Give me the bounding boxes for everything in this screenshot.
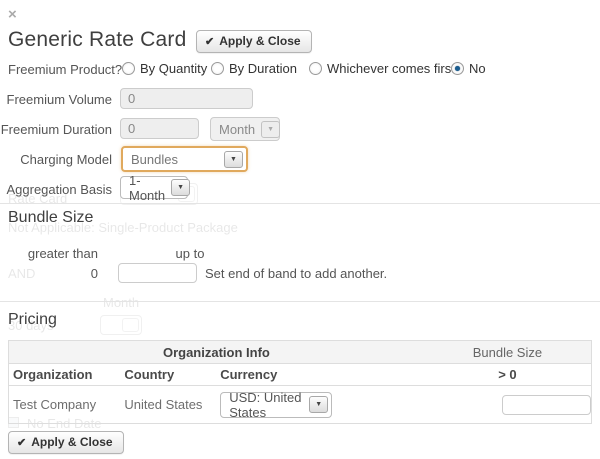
freemium-volume-label: Freemium Volume xyxy=(0,92,112,107)
bundle-size-input[interactable] xyxy=(502,395,591,415)
section-divider xyxy=(0,203,600,204)
apply-close-button-top[interactable]: ✔ Apply & Close xyxy=(196,30,312,53)
selected-value: Bundles xyxy=(131,152,178,167)
radio-by-quantity[interactable]: By Quantity xyxy=(122,61,207,76)
aggregation-basis-select[interactable]: 1-Month ▼ xyxy=(120,176,188,199)
duration-unit-select[interactable]: Month ▼ xyxy=(210,117,280,141)
radio-by-duration[interactable]: By Duration xyxy=(211,61,297,76)
bundle-size-group-header: Bundle Size xyxy=(424,341,592,364)
currency-select[interactable]: USD: United States ▼ xyxy=(220,392,332,418)
dropdown-arrow-icon: ▼ xyxy=(261,121,280,138)
page-title: Generic Rate Card xyxy=(8,28,186,52)
charging-model-select[interactable]: Bundles ▼ xyxy=(121,146,248,172)
table-row: Test Company United States USD: United S… xyxy=(9,386,592,424)
radio-icon xyxy=(211,62,224,75)
bundle-size-heading: Bundle Size xyxy=(8,209,93,227)
radio-no[interactable]: No xyxy=(451,61,486,76)
band-greater-than-value: 0 xyxy=(0,266,98,281)
organization-cell: Test Company xyxy=(9,386,121,424)
check-icon: ✔ xyxy=(205,35,214,48)
generic-rate-card-dialog: Rate Card Not Applicable: Single-Product… xyxy=(0,0,600,459)
band-hint-text: Set end of band to add another. xyxy=(205,266,387,281)
aggregation-basis-label: Aggregation Basis xyxy=(0,182,112,197)
apply-close-button-bottom[interactable]: ✔ Apply & Close xyxy=(8,431,124,454)
pricing-table: Organization Info Bundle Size Organizati… xyxy=(8,340,592,424)
ghost-month-label: Month xyxy=(103,295,139,310)
freemium-duration-input[interactable] xyxy=(120,118,199,139)
organization-info-group-header: Organization Info xyxy=(9,341,424,364)
check-icon: ✔ xyxy=(17,436,26,449)
radio-label: Whichever comes first xyxy=(327,61,455,76)
selected-value: USD: United States xyxy=(229,390,303,420)
radio-label: By Duration xyxy=(229,61,297,76)
pricing-heading: Pricing xyxy=(8,311,57,329)
table-group-header-row: Organization Info Bundle Size xyxy=(9,341,592,364)
country-cell: United States xyxy=(120,386,216,424)
currency-column-header: Currency xyxy=(216,364,424,386)
selected-value: Month xyxy=(219,122,255,137)
freemium-volume-input[interactable] xyxy=(120,88,253,109)
apply-close-label: Apply & Close xyxy=(219,34,300,48)
freemium-duration-label: Freemium Duration xyxy=(0,122,112,137)
freemium-product-label: Freemium Product? xyxy=(8,62,122,77)
charging-model-label: Charging Model xyxy=(0,152,112,167)
band-up-to-input[interactable] xyxy=(118,263,197,283)
radio-whichever-comes-first[interactable]: Whichever comes first xyxy=(309,61,455,76)
up-to-column-header: up to xyxy=(160,246,220,261)
organization-column-header: Organization xyxy=(9,364,121,386)
greater-than-zero-column-header: > 0 xyxy=(424,364,592,386)
apply-close-label: Apply & Close xyxy=(31,435,112,449)
greater-than-column-header: greater than xyxy=(0,246,98,261)
radio-icon xyxy=(309,62,322,75)
radio-icon xyxy=(122,62,135,75)
radio-label: No xyxy=(469,61,486,76)
close-icon[interactable]: × xyxy=(8,6,17,23)
radio-label: By Quantity xyxy=(140,61,207,76)
dropdown-arrow-icon: ▼ xyxy=(171,179,190,196)
radio-icon xyxy=(451,62,464,75)
selected-value: 1-Month xyxy=(129,173,165,203)
dropdown-arrow-icon: ▼ xyxy=(224,151,243,168)
dropdown-arrow-icon: ▼ xyxy=(309,396,328,413)
table-column-header-row: Organization Country Currency > 0 xyxy=(9,364,592,386)
country-column-header: Country xyxy=(120,364,216,386)
ghost-select xyxy=(100,315,142,335)
section-divider xyxy=(0,301,600,302)
